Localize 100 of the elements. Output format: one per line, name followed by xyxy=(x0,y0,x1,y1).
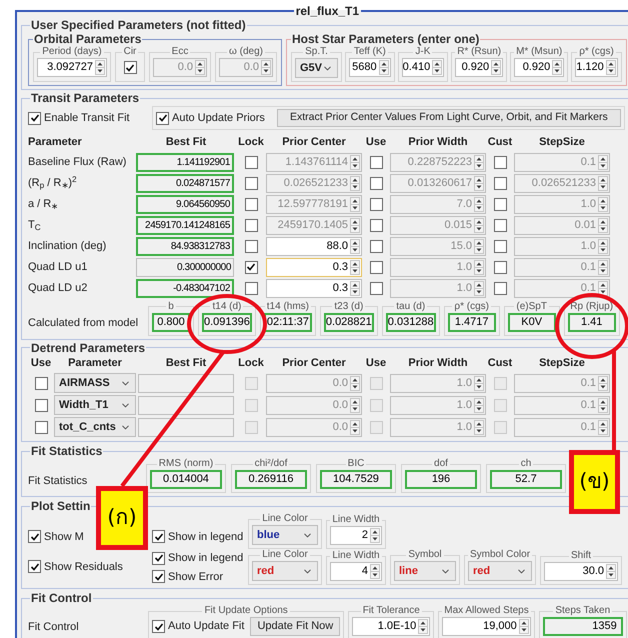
number-field[interactable]: 0.026521233 xyxy=(514,174,610,192)
checkbox[interactable] xyxy=(244,260,258,274)
checkbox[interactable] xyxy=(244,218,258,232)
number-field[interactable]: 0.228752223 xyxy=(390,152,486,172)
stepper-icon[interactable] xyxy=(598,280,608,296)
checkbox[interactable] xyxy=(494,218,506,232)
number-field[interactable]: 0.920 xyxy=(455,58,504,77)
stepper-icon[interactable] xyxy=(598,196,608,212)
checkbox[interactable] xyxy=(370,376,382,390)
checkbox[interactable] xyxy=(244,282,258,294)
number-field[interactable]: 19,000 xyxy=(442,617,531,636)
checkbox[interactable] xyxy=(152,570,165,584)
checkbox[interactable] xyxy=(34,398,48,412)
number-field[interactable]: 0.1 xyxy=(514,374,610,392)
checkbox[interactable] xyxy=(494,398,506,412)
number-field[interactable]: 0.0 xyxy=(266,418,362,436)
stepper-icon[interactable] xyxy=(598,260,608,274)
number-field[interactable]: 1.0E-10 xyxy=(352,617,430,636)
number-field[interactable]: 1.120 xyxy=(575,58,618,77)
stepper-icon[interactable] xyxy=(474,238,484,254)
stepper-icon[interactable] xyxy=(606,60,616,75)
checkbox[interactable] xyxy=(28,112,41,124)
dropdown[interactable]: red xyxy=(252,561,318,581)
number-field[interactable]: 0.1 xyxy=(514,396,610,414)
number-field[interactable]: 0.01 xyxy=(514,216,610,234)
number-field[interactable]: 0.1 xyxy=(514,278,610,298)
checkbox[interactable] xyxy=(244,198,258,210)
checkbox[interactable] xyxy=(370,398,382,412)
stepper-icon[interactable] xyxy=(474,218,484,232)
number-field[interactable]: 0.1 xyxy=(514,418,610,436)
dropdown[interactable]: line xyxy=(394,561,456,581)
number-field[interactable]: 88.0 xyxy=(266,236,362,256)
number-field[interactable]: 1.0 xyxy=(390,396,486,414)
checkbox[interactable] xyxy=(28,560,41,574)
checkbox[interactable] xyxy=(152,620,165,633)
checkbox[interactable] xyxy=(156,112,169,124)
dropdown[interactable]: Width_T1 xyxy=(54,395,136,415)
stepper-icon[interactable] xyxy=(598,420,608,434)
dropdown[interactable]: AIRMASS xyxy=(54,373,136,393)
stepper-icon[interactable] xyxy=(474,376,484,390)
stepper-icon[interactable] xyxy=(432,60,442,75)
number-field[interactable]: 0.0 xyxy=(266,374,362,392)
number-field[interactable]: 15.0 xyxy=(390,236,486,256)
stepper-icon[interactable] xyxy=(598,238,608,254)
checkbox[interactable] xyxy=(494,420,506,434)
stepper-icon[interactable] xyxy=(350,280,360,296)
number-field[interactable]: 1.0 xyxy=(390,278,486,298)
stepper-icon[interactable] xyxy=(474,154,484,170)
stepper-icon[interactable] xyxy=(350,398,360,412)
stepper-icon[interactable] xyxy=(474,260,484,274)
checkbox[interactable] xyxy=(370,282,382,294)
stepper-icon[interactable] xyxy=(474,196,484,212)
number-field[interactable]: 2 xyxy=(330,526,382,545)
checkbox[interactable] xyxy=(494,260,506,274)
stepper-icon[interactable] xyxy=(606,564,616,579)
dropdown[interactable]: blue xyxy=(252,525,318,545)
checkbox[interactable] xyxy=(370,156,382,168)
dropdown[interactable]: red xyxy=(468,561,532,581)
number-field[interactable]: 0.1 xyxy=(514,152,610,172)
stepper-icon[interactable] xyxy=(378,60,389,75)
number-field[interactable]: 0.013260617 xyxy=(390,174,486,192)
number-field[interactable]: 30.0 xyxy=(544,562,618,581)
stepper-icon[interactable] xyxy=(350,260,360,274)
stepper-icon[interactable] xyxy=(598,398,608,412)
checkbox[interactable] xyxy=(494,156,506,168)
stepper-icon[interactable] xyxy=(491,60,502,75)
stepper-icon[interactable] xyxy=(598,376,608,390)
stepper-icon[interactable] xyxy=(474,420,484,434)
stepper-icon[interactable] xyxy=(350,420,360,434)
checkbox[interactable] xyxy=(370,176,382,190)
number-field[interactable]: 4 xyxy=(330,562,382,581)
checkbox[interactable] xyxy=(244,176,258,190)
checkbox[interactable] xyxy=(494,282,506,294)
extract-button[interactable]: Extract Prior Center Values From Light Curve, Orbit, and Fit Markers xyxy=(276,109,621,127)
checkbox[interactable] xyxy=(124,61,136,74)
checkbox[interactable] xyxy=(34,376,48,390)
checkbox[interactable] xyxy=(494,376,506,390)
stepper-icon[interactable] xyxy=(552,60,562,75)
update-fit-button[interactable]: Update Fit Now xyxy=(250,617,340,636)
checkbox[interactable] xyxy=(494,240,506,252)
checkbox[interactable] xyxy=(152,530,165,544)
stepper-icon[interactable] xyxy=(95,60,105,75)
checkbox[interactable] xyxy=(34,420,48,434)
number-field[interactable]: 0.3 xyxy=(266,258,362,276)
number-field[interactable]: 0.0 xyxy=(266,396,362,414)
stepper-icon[interactable] xyxy=(370,528,380,543)
number-field[interactable]: 5680 xyxy=(349,58,391,77)
stepper-icon[interactable] xyxy=(418,619,428,634)
stepper-icon[interactable] xyxy=(518,619,529,634)
stepper-icon[interactable] xyxy=(598,218,608,232)
dropdown[interactable]: G5V xyxy=(295,58,338,78)
stepper-icon[interactable] xyxy=(474,176,484,190)
checkbox[interactable] xyxy=(494,176,506,190)
stepper-icon[interactable] xyxy=(350,238,360,254)
number-field[interactable]: 1.0 xyxy=(514,236,610,256)
checkbox[interactable] xyxy=(494,198,506,210)
checkbox[interactable] xyxy=(370,218,382,232)
number-field[interactable]: 1.0 xyxy=(390,258,486,276)
stepper-icon[interactable] xyxy=(598,176,608,190)
number-field[interactable]: 0.015 xyxy=(390,216,486,234)
